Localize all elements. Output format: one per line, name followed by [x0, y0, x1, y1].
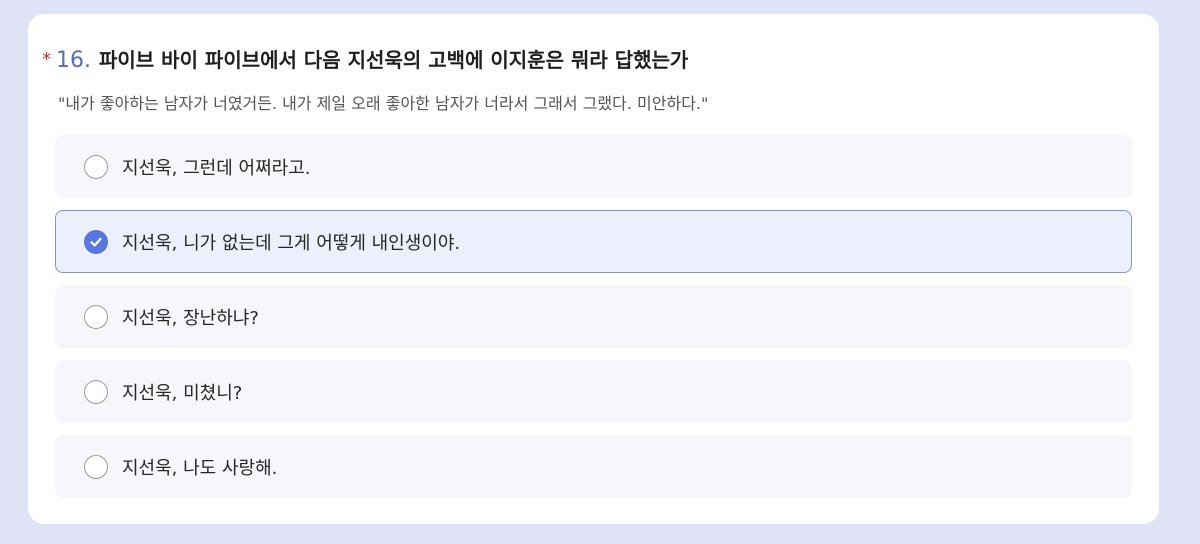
check-icon	[90, 237, 102, 246]
question-number: 16.	[56, 48, 91, 73]
radio-button[interactable]	[84, 154, 108, 179]
option-label: 지선욱, 니가 없는데 그게 어떻게 내인생이야.	[122, 232, 461, 254]
option-label: 지선욱, 미쳤니?	[122, 382, 243, 404]
option-label: 지선욱, 장난하냐?	[122, 307, 259, 329]
option-label: 지선욱, 나도 사랑해.	[122, 457, 278, 479]
question-card: * 16. 파이브 바이 파이브에서 다음 지선욱의 고백에 이지훈은 뭐라 답…	[28, 14, 1159, 524]
option-1[interactable]: 지선욱, 그런데 어쩌라고.	[55, 135, 1132, 198]
options-list: 지선욱, 그런데 어쩌라고. 지선욱, 니가 없는데 그게 어떻게 내인생이야.…	[55, 135, 1132, 510]
option-2[interactable]: 지선욱, 니가 없는데 그게 어떻게 내인생이야.	[55, 210, 1132, 273]
radio-button[interactable]	[84, 379, 108, 404]
question-header: * 16. 파이브 바이 파이브에서 다음 지선욱의 고백에 이지훈은 뭐라 답…	[42, 44, 688, 73]
option-label: 지선욱, 그런데 어쩌라고.	[122, 157, 311, 179]
option-4[interactable]: 지선욱, 미쳤니?	[55, 360, 1132, 423]
required-marker: *	[42, 49, 51, 70]
option-5[interactable]: 지선욱, 나도 사랑해.	[55, 435, 1132, 498]
radio-button[interactable]	[84, 304, 108, 329]
question-quote: "내가 좋아하는 남자가 너였거든. 내가 제일 오래 좋아한 남자가 너라서 …	[58, 94, 709, 113]
radio-button[interactable]	[84, 454, 108, 479]
radio-button[interactable]	[84, 229, 108, 254]
question-title: 파이브 바이 파이브에서 다음 지선욱의 고백에 이지훈은 뭐라 답했는가	[99, 48, 689, 72]
option-3[interactable]: 지선욱, 장난하냐?	[55, 285, 1132, 348]
